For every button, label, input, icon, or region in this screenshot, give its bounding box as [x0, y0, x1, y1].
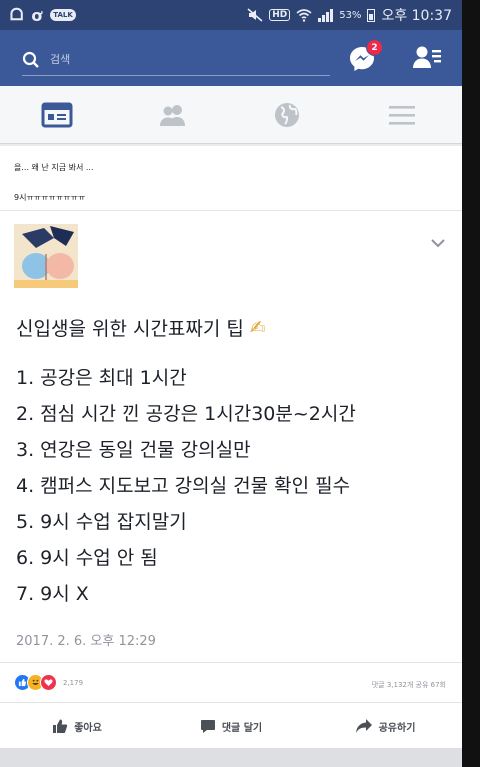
notification-app-icon-2: ơ [31, 5, 43, 25]
list-item: 4. 캠퍼스 지도보고 강의실 건물 확인 필수 [16, 475, 351, 497]
share-label: 공유하기 [378, 722, 416, 734]
search-bar[interactable] [22, 44, 330, 76]
post-card: 을... 왜 난 지금 봐서 ... 9시ㅠㅠㅠㅠㅠㅠㅠㅠ 신입생을 위한 시간… [0, 146, 462, 748]
news-feed-icon [41, 102, 73, 128]
post-title-text: 신입생을 위한 시간표짜기 팁 [16, 318, 244, 340]
post-title: 신입생을 위한 시간표짜기 팁 ✍ [16, 314, 266, 341]
author-avatar[interactable] [14, 224, 78, 288]
divider [0, 210, 462, 211]
friends-icon [160, 105, 185, 126]
love-reaction-icon [40, 674, 57, 691]
search-input[interactable] [50, 53, 300, 66]
comment-button[interactable]: 댓글 달기 [154, 706, 308, 746]
post-timestamp[interactable]: 2017. 2. 6. 오후 12:29 [16, 630, 156, 649]
comment-icon [200, 720, 215, 733]
previous-comment-line: 9시ㅠㅠㅠㅠㅠㅠㅠㅠ [14, 193, 86, 202]
friend-requests-icon[interactable] [412, 45, 442, 71]
notification-app-icon: ᗝ [10, 5, 24, 24]
tab-notifications[interactable] [271, 100, 303, 130]
app-header: 2 [0, 30, 462, 86]
hamburger-menu-icon [389, 106, 415, 125]
list-item: 5. 9시 수업 잡지말기 [16, 511, 187, 533]
wifi-icon [296, 8, 312, 22]
facebook-app-screen: ᗝ ơ TALK HD 53% 오후 10:37 검색 2 을... 왜 난 지… [0, 0, 462, 767]
mute-icon [247, 8, 263, 22]
like-label: 좋아요 [74, 722, 102, 734]
hd-voice-icon: HD [269, 9, 291, 21]
divider [0, 662, 462, 663]
previous-comment-line: 을... 왜 난 지금 봐서 ... [14, 163, 94, 172]
post-action-bar: 좋아요 댓글 달기 공유하기 [0, 706, 462, 746]
next-post-edge [0, 748, 462, 767]
comment-label: 댓글 달기 [221, 722, 263, 734]
reactions-summary[interactable]: 2,179 [14, 674, 83, 691]
tab-menu[interactable] [386, 100, 418, 130]
divider [0, 702, 462, 703]
tab-news-feed[interactable] [41, 100, 73, 130]
list-item: 2. 점심 시간 낀 공강은 1시간30분~2시간 [16, 403, 356, 425]
thumbs-up-icon [53, 719, 68, 733]
share-button[interactable]: 공유하기 [308, 706, 462, 746]
comment-share-stats[interactable]: 댓글 3,132개 공유 67회 [372, 680, 446, 690]
clock: 오후 10:37 [381, 8, 452, 24]
chevron-down-icon[interactable] [430, 238, 446, 248]
list-item: 1. 공강은 최대 1시간 [16, 367, 187, 389]
list-item: 6. 9시 수업 안 됨 [16, 547, 158, 569]
kakaotalk-icon: TALK [50, 9, 76, 21]
writing-hand-icon: ✍ [249, 316, 266, 339]
tips-list: 1. 공강은 최대 1시간 2. 점심 시간 낀 공강은 1시간30분~2시간 … [16, 360, 356, 612]
signal-icon [318, 8, 334, 22]
screen-edge [462, 0, 480, 767]
search-icon[interactable] [22, 51, 40, 69]
status-bar: ᗝ ơ TALK HD 53% 오후 10:37 [0, 0, 462, 30]
battery-icon [367, 8, 376, 22]
tab-bar [0, 86, 462, 144]
share-arrow-icon [355, 719, 372, 733]
list-item: 3. 연강은 동일 건물 강의실만 [16, 439, 251, 461]
battery-percent: 53% [339, 9, 362, 21]
tab-friends[interactable] [157, 100, 189, 130]
like-button[interactable]: 좋아요 [0, 706, 154, 746]
messenger-badge: 2 [366, 39, 383, 56]
list-item: 7. 9시 X [16, 583, 89, 605]
globe-icon [275, 103, 299, 127]
reaction-count: 2,179 [63, 678, 84, 687]
